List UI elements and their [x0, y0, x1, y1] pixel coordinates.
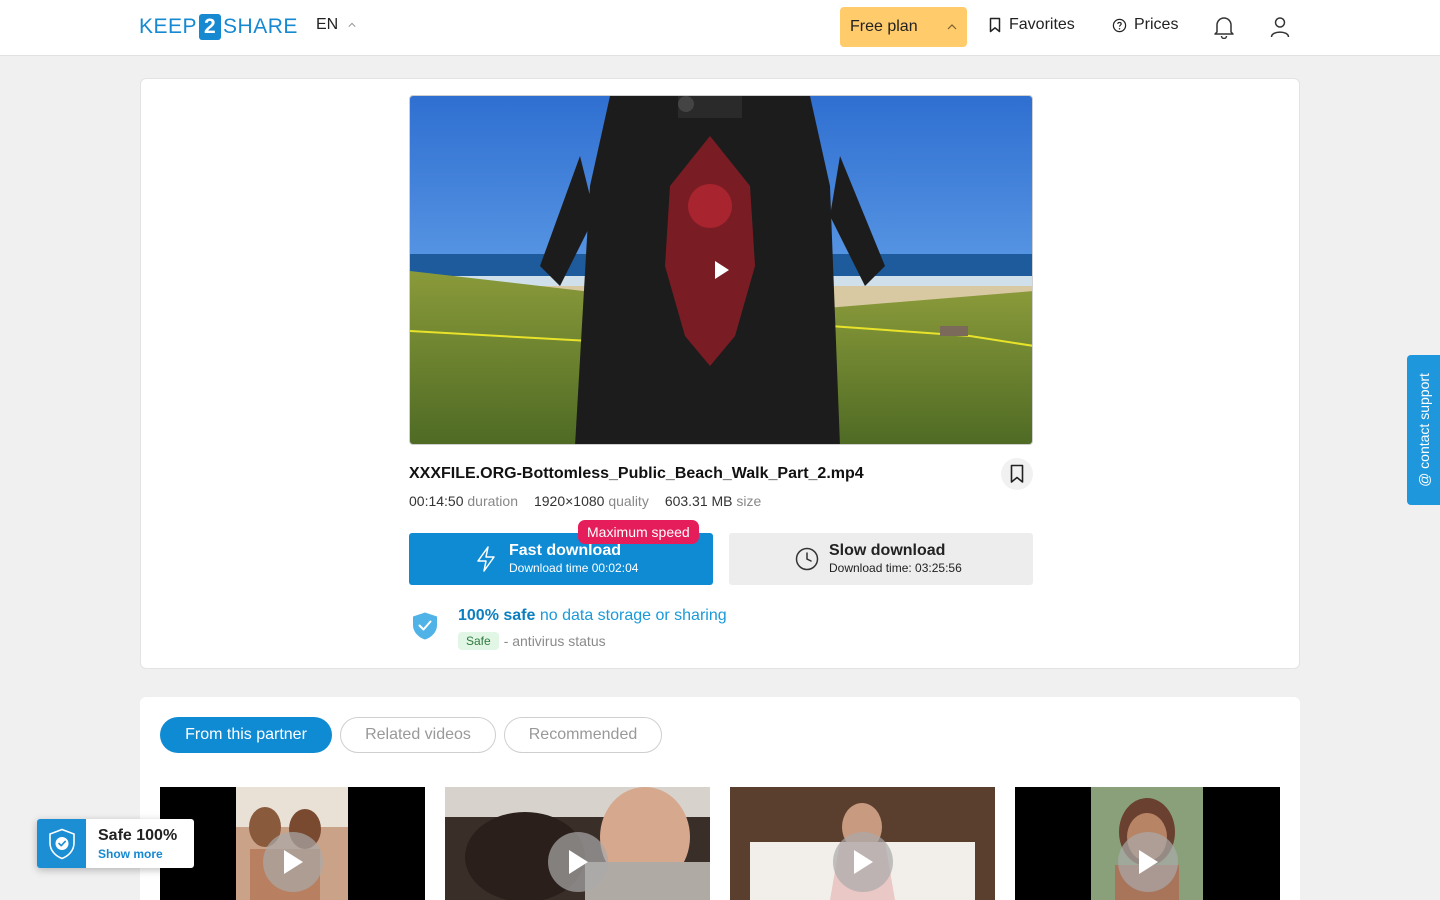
- fast-download-text: Fast download Download time 00:02:04: [509, 542, 638, 576]
- play-icon: [569, 850, 588, 874]
- tab-related-videos[interactable]: Related videos: [340, 717, 496, 753]
- video-preview[interactable]: [409, 95, 1033, 445]
- maximum-speed-badge: Maximum speed: [578, 520, 699, 544]
- prices-link[interactable]: Prices: [1112, 16, 1178, 34]
- size-value: 603.31 MB: [664, 493, 733, 509]
- fast-download-time: Download time 00:02:04: [509, 561, 639, 575]
- slow-download-title: Slow download: [829, 542, 946, 559]
- safety-strong: 100% safe: [458, 607, 536, 624]
- logo-box: 2: [199, 14, 222, 40]
- fast-download-title: Fast download: [509, 542, 621, 559]
- antivirus-status: Safe - antivirus status: [458, 632, 606, 650]
- safety-light: no data storage or sharing: [539, 607, 727, 624]
- video-thumbnail-3[interactable]: [730, 787, 995, 900]
- prices-label: Prices: [1134, 16, 1179, 33]
- related-panel: From this partner Related videos Recomme…: [140, 697, 1300, 900]
- contact-support-label: @ contact support: [1415, 373, 1432, 487]
- play-icon[interactable]: [714, 260, 730, 280]
- video-thumbnail-4[interactable]: [1015, 787, 1280, 900]
- video-thumbnail-2[interactable]: [445, 787, 710, 900]
- clock-icon: [795, 547, 819, 571]
- play-button[interactable]: [548, 832, 608, 892]
- shield-check-icon: [48, 828, 75, 859]
- file-name: XXXFILE.ORG-Bottomless_Public_Beach_Walk…: [409, 465, 864, 482]
- language-label: EN: [316, 16, 339, 33]
- favorites-label: Favorites: [1009, 16, 1075, 33]
- site-logo[interactable]: KEEP 2 SHARE: [139, 14, 298, 40]
- lightning-icon: [477, 546, 495, 572]
- user-icon[interactable]: [1269, 15, 1291, 39]
- language-selector[interactable]: EN: [316, 16, 356, 34]
- safe-status-pill: Safe: [458, 632, 499, 650]
- tab-from-this-partner[interactable]: From this partner: [160, 717, 332, 753]
- bookmark-button[interactable]: [1001, 458, 1033, 490]
- bookmark-icon: [1010, 464, 1024, 483]
- quality-label: quality: [608, 493, 649, 509]
- duration-value: 00:14:50: [409, 493, 464, 509]
- play-button[interactable]: [263, 832, 323, 892]
- meta-quality: 1920×1080 quality: [534, 493, 649, 509]
- safe-widget[interactable]: Safe 100% Show more: [37, 819, 194, 868]
- quality-value: 1920×1080: [533, 493, 605, 509]
- question-circle-icon: [1112, 18, 1127, 32]
- slow-download-button[interactable]: Slow download Download time: 03:25:56: [729, 533, 1033, 585]
- slow-download-time: Download time: 03:25:56: [829, 561, 962, 575]
- slow-download-text: Slow download Download time: 03:25:56: [829, 542, 962, 576]
- favorites-link[interactable]: Favorites: [988, 16, 1075, 34]
- play-icon: [1139, 850, 1158, 874]
- file-card: XXXFILE.ORG-Bottomless_Public_Beach_Walk…: [140, 78, 1300, 669]
- chevron-up-icon: [947, 24, 957, 30]
- play-button[interactable]: [833, 832, 893, 892]
- video-thumbnail-1[interactable]: [160, 787, 425, 900]
- play-icon: [854, 850, 873, 874]
- logo-text-left: KEEP: [139, 15, 198, 38]
- tab-recommended[interactable]: Recommended: [504, 717, 662, 753]
- plan-button[interactable]: Free plan: [840, 7, 967, 47]
- meta-duration: 00:14:50 duration: [409, 493, 518, 509]
- antivirus-status-label: - antivirus status: [503, 633, 606, 649]
- shield-check-icon: [413, 612, 437, 640]
- meta-size: 603.31 MB size: [665, 493, 762, 509]
- play-icon: [284, 850, 303, 874]
- size-label: size: [736, 493, 762, 509]
- bookmark-icon: [989, 17, 1001, 33]
- file-meta: 00:14:50 duration 1920×1080 quality 603.…: [409, 493, 761, 509]
- show-more-link[interactable]: Show more: [98, 847, 163, 861]
- safe-widget-icon-box: [37, 819, 86, 868]
- duration-label: duration: [467, 493, 518, 509]
- bell-icon[interactable]: [1213, 15, 1235, 39]
- chevron-up-icon: [348, 22, 356, 27]
- top-header: KEEP 2 SHARE EN Free plan Favorites Prices: [0, 0, 1440, 56]
- safe-widget-title: Safe 100%: [98, 827, 178, 844]
- contact-support-tab[interactable]: @ contact support: [1407, 355, 1440, 505]
- safety-text: 100% safe no data storage or sharing: [458, 607, 727, 625]
- logo-text-right: SHARE: [223, 15, 298, 38]
- plan-label: Free plan: [850, 18, 918, 35]
- play-button[interactable]: [1118, 832, 1178, 892]
